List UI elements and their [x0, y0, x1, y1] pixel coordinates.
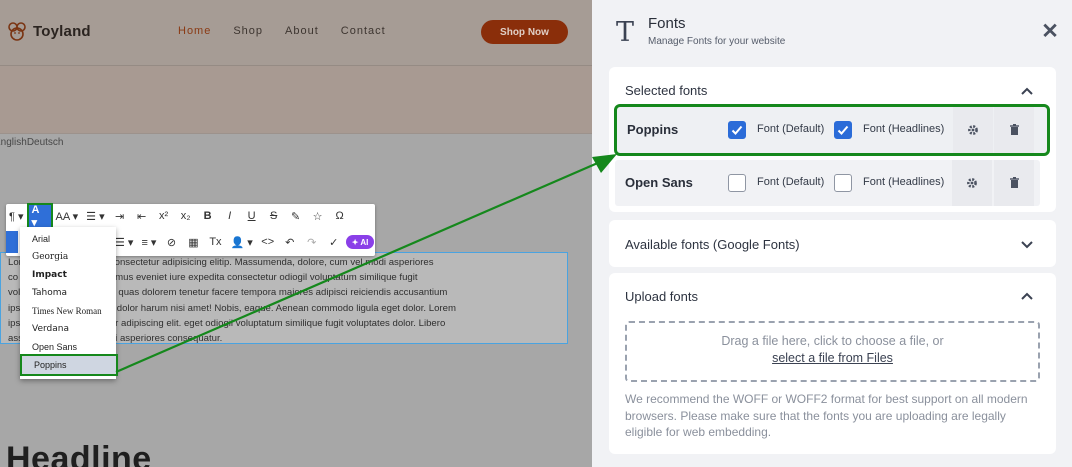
website-editor: Toyland Home Shop About Contact Shop Now… — [0, 0, 592, 467]
typography-icon: T — [616, 17, 635, 48]
available-fonts-title[interactable]: Available fonts (Google Fonts) — [625, 237, 800, 252]
chevron-up-icon[interactable] — [1019, 83, 1035, 99]
lang-deutsch[interactable]: Deutsch — [27, 137, 64, 148]
default-font-checkbox[interactable] — [728, 174, 746, 192]
chevron-up-icon[interactable] — [1019, 288, 1035, 304]
confirm-icon[interactable]: ✓ — [324, 231, 344, 253]
list-menu-button[interactable]: ≡ ▾ — [138, 231, 159, 253]
upload-fonts-card: Upload fonts Drag a file here, click to … — [609, 273, 1056, 454]
font-size-button[interactable]: AA ▾ — [53, 205, 82, 227]
brush-icon[interactable]: ✎ — [286, 205, 306, 227]
page-headline: Headline — [6, 440, 152, 467]
font-family-dropdown: Arial Georgia Impact Tahoma Times New Ro… — [20, 227, 118, 379]
underline-button[interactable]: U — [242, 205, 262, 227]
font-family-button[interactable]: A ▾ — [26, 203, 53, 229]
subscript-button[interactable]: x₂ — [176, 205, 196, 227]
font-name: Open Sans — [625, 175, 693, 190]
main-nav: Home Shop About Contact — [178, 25, 386, 37]
nav-shop[interactable]: Shop — [233, 25, 263, 37]
hero-band — [0, 66, 592, 134]
shop-now-button[interactable]: Shop Now — [481, 20, 568, 44]
font-option-tahoma[interactable]: Tahoma — [20, 284, 116, 302]
indent-icon[interactable]: ⇥ — [110, 205, 130, 227]
align-left-icon[interactable] — [6, 231, 18, 253]
selected-fonts-title[interactable]: Selected fonts — [625, 83, 707, 98]
font-option-arial[interactable]: Arial — [20, 230, 116, 248]
site-header: Toyland Home Shop About Contact Shop Now — [0, 0, 592, 66]
user-menu-button[interactable]: 👤 ▾ — [227, 231, 255, 253]
font-option-poppins[interactable]: Poppins — [20, 354, 118, 376]
gear-icon[interactable] — [952, 160, 992, 206]
panel-subtitle: Manage Fonts for your website — [648, 36, 786, 47]
font-option-georgia[interactable]: Georgia — [20, 248, 116, 266]
nav-home[interactable]: Home — [178, 25, 211, 37]
bold-button[interactable]: B — [198, 205, 218, 227]
nav-contact[interactable]: Contact — [341, 25, 386, 37]
strikethrough-button[interactable]: S — [264, 205, 284, 227]
site-logo[interactable]: Toyland — [6, 20, 91, 42]
redo-icon[interactable]: ↷ — [302, 231, 322, 253]
file-dropzone[interactable]: Drag a file here, click to choose a file… — [625, 321, 1040, 382]
font-name: Poppins — [627, 122, 679, 137]
brand-name: Toyland — [33, 22, 91, 40]
headlines-font-label: Font (Headlines) — [863, 176, 945, 188]
font-option-times-new-roman[interactable]: Times New Roman — [20, 302, 116, 320]
headlines-font-checkbox[interactable] — [834, 121, 852, 139]
outdent-icon[interactable]: ⇤ — [132, 205, 152, 227]
fonts-panel: T Fonts Manage Fonts for your website ✕ … — [592, 0, 1072, 467]
upload-fonts-title[interactable]: Upload fonts — [625, 289, 698, 304]
select-file-link[interactable]: select a file from Files — [627, 351, 1038, 365]
default-font-label: Font (Default) — [757, 123, 825, 135]
toy-logo-icon — [6, 20, 28, 42]
ai-button[interactable]: ✦ AI — [345, 235, 375, 249]
font-option-impact[interactable]: Impact — [20, 266, 116, 284]
gear-icon[interactable] — [953, 107, 993, 153]
default-font-label: Font (Default) — [757, 176, 825, 188]
font-row-poppins: Poppins Font (Default) Font (Headlines) — [614, 104, 1050, 156]
superscript-button[interactable]: x² — [154, 205, 174, 227]
table-icon[interactable]: ▦ — [183, 231, 203, 253]
paragraph-format-button[interactable]: ¶ ▾ — [6, 205, 27, 227]
language-switcher: EnglishDeutsch — [0, 137, 64, 148]
close-icon[interactable]: ✕ — [1040, 21, 1060, 42]
star-icon[interactable]: ☆ — [308, 205, 328, 227]
headlines-font-checkbox[interactable] — [834, 174, 852, 192]
available-fonts-card[interactable]: Available fonts (Google Fonts) — [609, 220, 1056, 267]
headlines-font-label: Font (Headlines) — [863, 123, 945, 135]
font-option-verdana[interactable]: Verdana — [20, 320, 116, 338]
panel-title: Fonts — [648, 15, 686, 32]
default-font-checkbox[interactable] — [728, 121, 746, 139]
link-icon[interactable]: ⊘ — [161, 231, 181, 253]
upload-format-note: We recommend the WOFF or WOFF2 format fo… — [625, 392, 1028, 439]
clear-format-icon[interactable]: Tx — [205, 231, 225, 253]
trash-icon[interactable] — [994, 160, 1034, 206]
trash-icon[interactable] — [994, 107, 1034, 153]
nav-about[interactable]: About — [285, 25, 319, 37]
line-height-button[interactable]: ☰ ▾ — [83, 205, 107, 227]
font-option-open-sans[interactable]: Open Sans — [20, 338, 116, 356]
lang-english[interactable]: English — [0, 137, 27, 148]
special-char-button[interactable]: Ω — [330, 205, 350, 227]
undo-icon[interactable]: ↶ — [280, 231, 300, 253]
selected-fonts-card: Selected fonts Poppins Font (Default) Fo… — [609, 67, 1056, 212]
chevron-down-icon[interactable] — [1019, 236, 1035, 252]
code-view-icon[interactable]: <> — [258, 231, 278, 253]
dropzone-text: Drag a file here, click to choose a file… — [721, 334, 944, 348]
font-row-open-sans: Open Sans Font (Default) Font (Headlines… — [615, 160, 1040, 206]
toolbar-row-1: ¶ ▾ A ▾ AA ▾ ☰ ▾ ⇥ ⇤ x² x₂ B I U S ✎ ☆ Ω — [6, 203, 352, 229]
italic-button[interactable]: I — [220, 205, 240, 227]
